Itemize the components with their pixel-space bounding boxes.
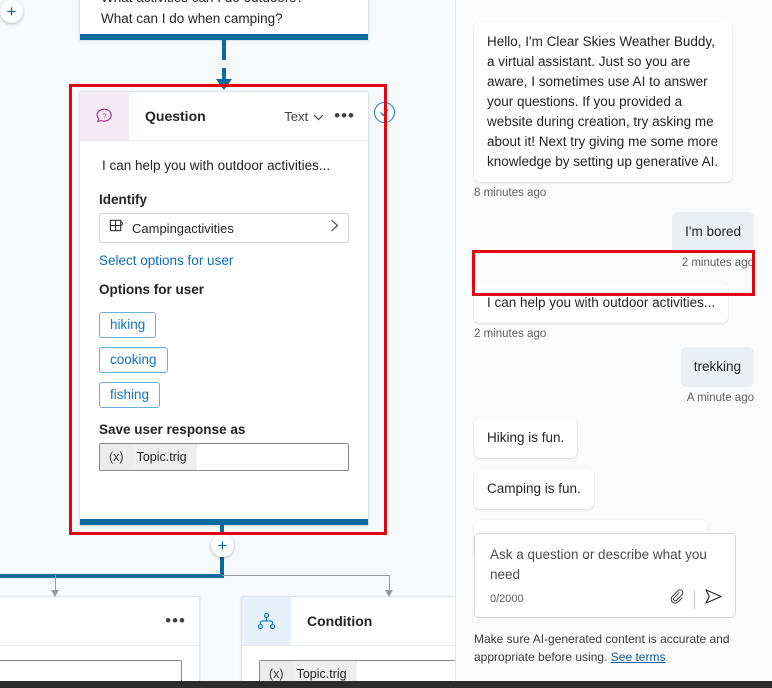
chat-input-placeholder[interactable]: Ask a question or describe what you need: [475, 534, 735, 585]
paperclip-icon[interactable]: [668, 588, 685, 610]
user-message-bubble: trekking: [680, 347, 754, 387]
save-user-response-label: Save user response as: [99, 422, 246, 437]
identify-entity-selector[interactable]: Campingactivities: [99, 213, 349, 243]
node-title: tion: [0, 613, 165, 629]
branch-bus-line: [0, 574, 224, 578]
chat-message-row: I'm bored: [474, 212, 754, 252]
trigger-node[interactable]: What activities can I do outdoors? What …: [79, 0, 369, 40]
entity-grid-icon: [109, 218, 124, 238]
chat-message-row: Camping is fun.: [474, 469, 754, 509]
trigger-phrase: What activities can I do outdoors?: [101, 0, 368, 8]
bot-message-bubble: I can help you with outdoor activities..…: [474, 283, 729, 323]
trigger-phrase-list: What activities can I do outdoors? What …: [80, 0, 368, 29]
branch-bus-line-right: [222, 575, 390, 577]
arrow-down-icon-left: [51, 590, 59, 597]
composer-separator: [694, 589, 695, 609]
option-chip[interactable]: fishing: [99, 382, 161, 408]
question-node[interactable]: ? Question Text ••• I can help you with …: [79, 91, 369, 525]
arrow-down-icon-right: [385, 590, 393, 597]
message-timestamp: 2 minutes ago: [681, 257, 754, 269]
add-node-button-2[interactable]: +: [211, 534, 234, 557]
chat-message-row-highlighted: I can help you with outdoor activities..…: [474, 283, 754, 323]
variable-name: Topic.trig: [132, 444, 197, 470]
node-more-options-button[interactable]: •••: [334, 107, 355, 124]
taskbar-strip: [0, 681, 772, 688]
chevron-down-icon: [313, 109, 324, 124]
node-accent-bar: [80, 34, 368, 40]
option-chip[interactable]: cooking: [99, 347, 168, 373]
check-circle-icon: [374, 102, 395, 123]
chat-message-row: Hiking is fun.: [474, 418, 754, 458]
plus-icon: +: [217, 536, 228, 555]
message-timestamp: 2 minutes ago: [474, 328, 547, 340]
condition-left-header: tion •••: [0, 597, 199, 646]
disclaimer-text: Make sure AI-generated content is accura…: [474, 632, 730, 664]
question-type-dropdown[interactable]: Text: [284, 109, 324, 124]
options-for-user-label: Options for user: [99, 282, 205, 297]
option-chip[interactable]: hiking: [99, 312, 157, 338]
bot-message-bubble: Hello, I'm Clear Skies Weather Buddy, a …: [474, 22, 732, 182]
question-node-header: ? Question Text •••: [80, 92, 368, 141]
plus-icon: +: [6, 2, 17, 21]
composer-footer: 0/2000: [475, 588, 735, 610]
condition-right-header: Condition: [242, 597, 455, 646]
arrow-down-icon-1: [216, 79, 232, 90]
test-chat-panel[interactable]: Hello, I'm Clear Skies Weather Buddy, a …: [456, 0, 772, 688]
chevron-right-icon: [330, 219, 339, 237]
node-title: Question: [145, 108, 206, 124]
add-node-button-1[interactable]: +: [0, 0, 23, 23]
character-count: 0/2000: [490, 593, 524, 605]
select-options-for-user-link[interactable]: Select options for user: [99, 253, 349, 268]
variable-token-icon: (x): [100, 444, 133, 470]
svg-text:?: ?: [102, 111, 106, 120]
chat-message-row: trekking: [474, 347, 754, 387]
condition-node-left[interactable]: tion ••• (x) rig: [0, 596, 200, 688]
question-node-body: I can help you with outdoor activities..…: [80, 141, 368, 471]
trigger-phrase: What can I do when camping?: [101, 11, 283, 26]
bot-message-bubble: Camping is fun.: [474, 469, 594, 509]
connector-line-trigger-question: [222, 40, 226, 60]
save-response-variable-field[interactable]: (x) Topic.trig: [99, 443, 349, 471]
send-arrow-icon[interactable]: [704, 588, 723, 610]
chat-message-row: Hello, I'm Clear Skies Weather Buddy, a …: [474, 22, 754, 182]
authoring-canvas[interactable]: + What activities can I do outdoors? Wha…: [0, 0, 455, 688]
identify-label: Identify: [99, 192, 148, 207]
question-bubble-icon: ?: [80, 92, 129, 140]
node-accent-bar: [80, 519, 368, 525]
condition-node-right[interactable]: Condition (x) Topic.trig: [241, 596, 455, 688]
question-prompt-text: I can help you with outdoor activities..…: [102, 158, 331, 173]
option-chip-list: hiking cooking fishing: [99, 303, 349, 408]
question-type-label: Text: [284, 108, 309, 124]
identify-entity-value: Campingactivities: [132, 220, 234, 236]
condition-branch-icon: [242, 597, 291, 645]
message-timestamp: 8 minutes ago: [474, 187, 547, 199]
bot-message-bubble: Hiking is fun.: [474, 418, 578, 458]
node-more-options-button[interactable]: •••: [165, 612, 186, 629]
ai-disclaimer: Make sure AI-generated content is accura…: [474, 630, 742, 666]
node-title: Condition: [307, 613, 373, 629]
user-message-bubble: I'm bored: [672, 212, 754, 252]
chat-composer[interactable]: Ask a question or describe what you need…: [474, 533, 736, 618]
see-terms-link[interactable]: See terms: [611, 650, 666, 664]
message-timestamp: A minute ago: [686, 392, 754, 404]
